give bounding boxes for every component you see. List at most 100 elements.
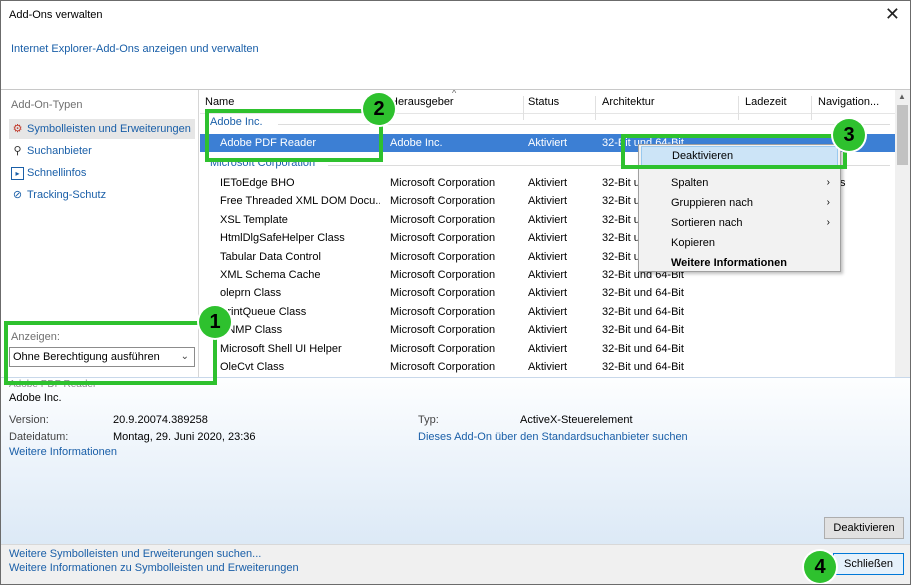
sidebar-item-tracking-protection[interactable]: ⊘ Tracking-Schutz <box>9 185 195 205</box>
table-row[interactable]: SNMP Class Microsoft Corporation Aktiviert… <box>200 321 895 339</box>
menu-item-sort-by[interactable]: Sortieren nach › <box>641 213 838 233</box>
addons-dialog: Add-Ons verwalten ✕ Internet Explorer-Ad… <box>0 0 911 585</box>
tracking-protection-icon: ⊘ <box>12 188 23 201</box>
show-select[interactable]: Ohne Berechtigung ausführen ⌄ <box>9 347 195 367</box>
menu-item-columns[interactable]: Spalten › <box>641 173 838 193</box>
gear-blocked-icon: ⚙ <box>12 122 23 135</box>
cell-status: Aktiviert <box>528 305 568 318</box>
more-info-link[interactable]: Weitere Informationen <box>9 446 117 458</box>
menu-item-label: Spalten <box>671 177 709 189</box>
date-value: Montag, 29. Juni 2020, 23:36 <box>113 431 256 443</box>
group-header: Adobe Inc. <box>210 116 263 128</box>
cell-architecture: 32-Bit und 64-Bit <box>602 287 684 300</box>
show-select-value: Ohne Berechtigung ausführen <box>13 351 160 363</box>
cell-status: Aktiviert <box>528 177 568 189</box>
cell-name: Microsoft Shell UI Helper <box>220 342 342 355</box>
cell-status: Aktiviert <box>528 250 568 263</box>
menu-item-group-by[interactable]: Gruppieren nach › <box>641 193 838 213</box>
cell-publisher: Microsoft Corporation <box>390 213 496 226</box>
find-more-link[interactable]: Weitere Symbolleisten und Erweiterungen … <box>9 548 261 560</box>
cell-publisher: Microsoft Corporation <box>390 269 496 281</box>
sidebar-item-accelerators[interactable]: ▸ Schnellinfos <box>9 163 195 183</box>
column-divider <box>811 96 812 120</box>
search-addon-link[interactable]: Dieses Add-On über den Standardsuchanbie… <box>418 431 688 443</box>
col-status[interactable]: Status <box>528 96 559 108</box>
cell-name: Free Threaded XML DOM Docu... <box>220 195 380 208</box>
list-scrollbar[interactable]: ▲ <box>895 90 910 377</box>
cell-name: oleprn Class <box>220 287 282 300</box>
step-badge-1: 1 <box>199 306 231 338</box>
chevron-right-icon: › <box>826 197 830 208</box>
version-label: Version: <box>9 414 49 426</box>
step-badge-2: 2 <box>363 93 395 125</box>
scroll-up-icon[interactable]: ▲ <box>898 92 906 101</box>
table-row[interactable]: oleprn Class Microsoft Corporation Aktivie… <box>200 284 895 302</box>
cell-architecture: 32-Bit und 64-Bit <box>602 324 684 337</box>
cell-publisher: Adobe Inc. <box>390 137 443 149</box>
chevron-down-icon: ⌄ <box>180 351 189 362</box>
type-label: Typ: <box>418 414 439 426</box>
cell-name: Adobe PDF Reader <box>220 137 316 149</box>
col-navigation[interactable]: Navigation... <box>818 96 879 108</box>
col-name[interactable]: Name <box>205 96 234 108</box>
column-divider <box>523 96 524 120</box>
menu-item-copy[interactable]: Kopieren <box>641 233 838 253</box>
sidebar-item-label: Tracking-Schutz <box>27 189 107 201</box>
step-badge-3: 3 <box>833 119 865 151</box>
cell-architecture: 32-Bit und 64-Bit <box>602 305 684 318</box>
cell-publisher: Microsoft Corporation <box>390 250 496 263</box>
cell-status: Aktiviert <box>528 324 568 337</box>
menu-item-disable[interactable]: Deaktivieren <box>641 146 838 166</box>
show-label: Anzeigen: <box>11 331 60 343</box>
col-publisher[interactable]: Herausgeber <box>390 96 454 108</box>
sidebar-item-label: Schnellinfos <box>27 167 87 179</box>
sidebar-item-search-providers[interactable]: ⚲ Suchanbieter <box>9 141 195 161</box>
column-divider <box>738 96 739 120</box>
table-row[interactable]: Microsoft Shell UI Helper Microsoft Corpo… <box>200 340 895 358</box>
context-menu: Deaktivieren Spalten › Gruppieren nach › S… <box>638 144 841 272</box>
cell-name: XML Schema Cache <box>220 269 321 281</box>
cell-publisher: Microsoft Corporation <box>390 232 496 245</box>
cell-name: Tabular Data Control <box>220 250 321 263</box>
details-publisher: Adobe Inc. <box>9 392 62 404</box>
search-icon: ⚲ <box>13 144 22 157</box>
disable-button[interactable]: Deaktivieren <box>824 517 904 539</box>
col-architecture[interactable]: Architektur <box>602 96 655 108</box>
date-label: Dateidatum: <box>9 431 69 443</box>
scrollbar-thumb[interactable] <box>897 105 908 165</box>
cell-status: Aktiviert <box>528 137 568 149</box>
details-pane: Adobe PDF Reader Adobe Inc. Version: 20.… <box>1 377 910 544</box>
menu-item-label: Sortieren nach <box>671 217 743 229</box>
cell-name: IEToEdge BHO <box>220 177 295 189</box>
cell-name: SNMP Class <box>220 324 283 337</box>
column-divider <box>595 96 596 120</box>
col-load-time[interactable]: Ladezeit <box>745 96 787 108</box>
cell-status: Aktiviert <box>528 361 568 373</box>
sidebar-item-label: Suchanbieter <box>27 145 92 157</box>
table-row[interactable]: PrintQueue Class Microsoft Corporation Akt… <box>200 303 895 321</box>
window-title: Add-Ons verwalten <box>9 9 103 21</box>
learn-more-link[interactable]: Weitere Informationen zu Symbolleisten u… <box>9 562 299 574</box>
cell-status: Aktiviert <box>528 287 568 300</box>
title-bar: Add-Ons verwalten ✕ <box>1 1 910 31</box>
close-button[interactable]: Schließen <box>833 553 904 575</box>
sidebar-item-label: Symbolleisten und Erweiterungen <box>27 123 191 135</box>
cell-status: Aktiviert <box>528 232 568 245</box>
cell-publisher: Microsoft Corporation <box>390 324 496 337</box>
menu-item-more-info[interactable]: Weitere Informationen <box>641 253 838 273</box>
close-icon[interactable]: ✕ <box>885 4 900 25</box>
version-value: 20.9.20074.389258 <box>113 414 208 426</box>
cell-architecture: 32-Bit und 64-Bit <box>602 361 684 373</box>
sidebar-header: Add-On-Typen <box>11 99 83 111</box>
cell-name: PrintQueue Class <box>220 305 307 318</box>
sidebar-item-toolbars-extensions[interactable]: ⚙ Symbolleisten und Erweiterungen <box>9 119 195 139</box>
sidebar: Add-On-Typen ⚙ Symbolleisten und Erweite… <box>1 90 199 377</box>
chevron-right-icon: › <box>826 177 830 188</box>
table-row[interactable]: OleCvt Class Microsoft Corporation Aktivie… <box>200 358 895 376</box>
cell-name: XSL Template <box>220 213 288 226</box>
chevron-right-icon: › <box>826 217 830 228</box>
cell-architecture: 32-Bit und 64-Bit <box>602 342 684 355</box>
cell-publisher: Microsoft Corporation <box>390 342 496 355</box>
cell-publisher: Microsoft Corporation <box>390 305 496 318</box>
cell-status: Aktiviert <box>528 269 568 281</box>
